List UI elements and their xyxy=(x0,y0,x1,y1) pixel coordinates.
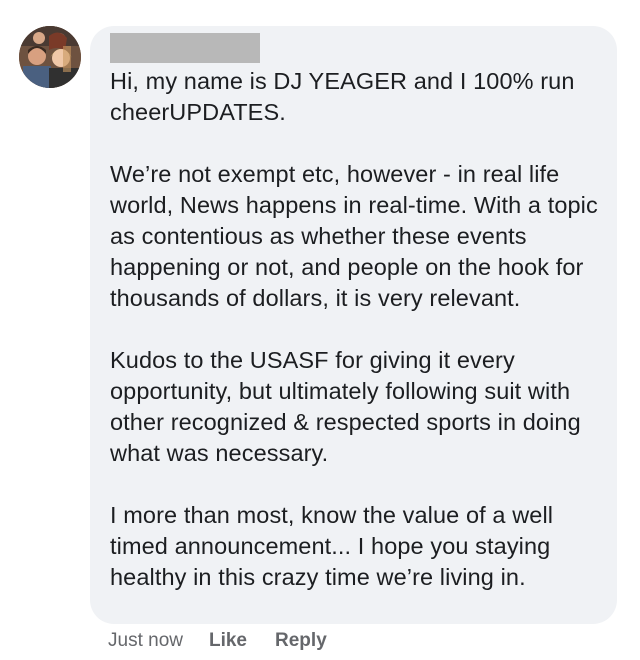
avatar[interactable] xyxy=(19,26,81,88)
comment-paragraph: Hi, my name is DJ YEAGER and I 100% run … xyxy=(110,68,575,125)
comment-paragraph: We’re not exempt etc, however - in real … xyxy=(110,161,598,311)
reply-button[interactable]: Reply xyxy=(275,630,327,652)
author-name-redacted[interactable] xyxy=(110,33,260,63)
comment-actions: Just now Like Reply xyxy=(108,628,355,654)
profile-photo-icon xyxy=(19,26,81,88)
comment: Hi, my name is DJ YEAGER and I 100% run … xyxy=(0,0,640,660)
comment-bubble: Hi, my name is DJ YEAGER and I 100% run … xyxy=(90,26,617,624)
timestamp[interactable]: Just now xyxy=(108,630,183,652)
comment-paragraph: I more than most, know the value of a we… xyxy=(110,502,554,590)
comment-paragraph: Kudos to the USASF for giving it every o… xyxy=(110,347,581,466)
comment-body: Hi, my name is DJ YEAGER and I 100% run … xyxy=(110,66,610,624)
like-button[interactable]: Like xyxy=(209,630,247,652)
